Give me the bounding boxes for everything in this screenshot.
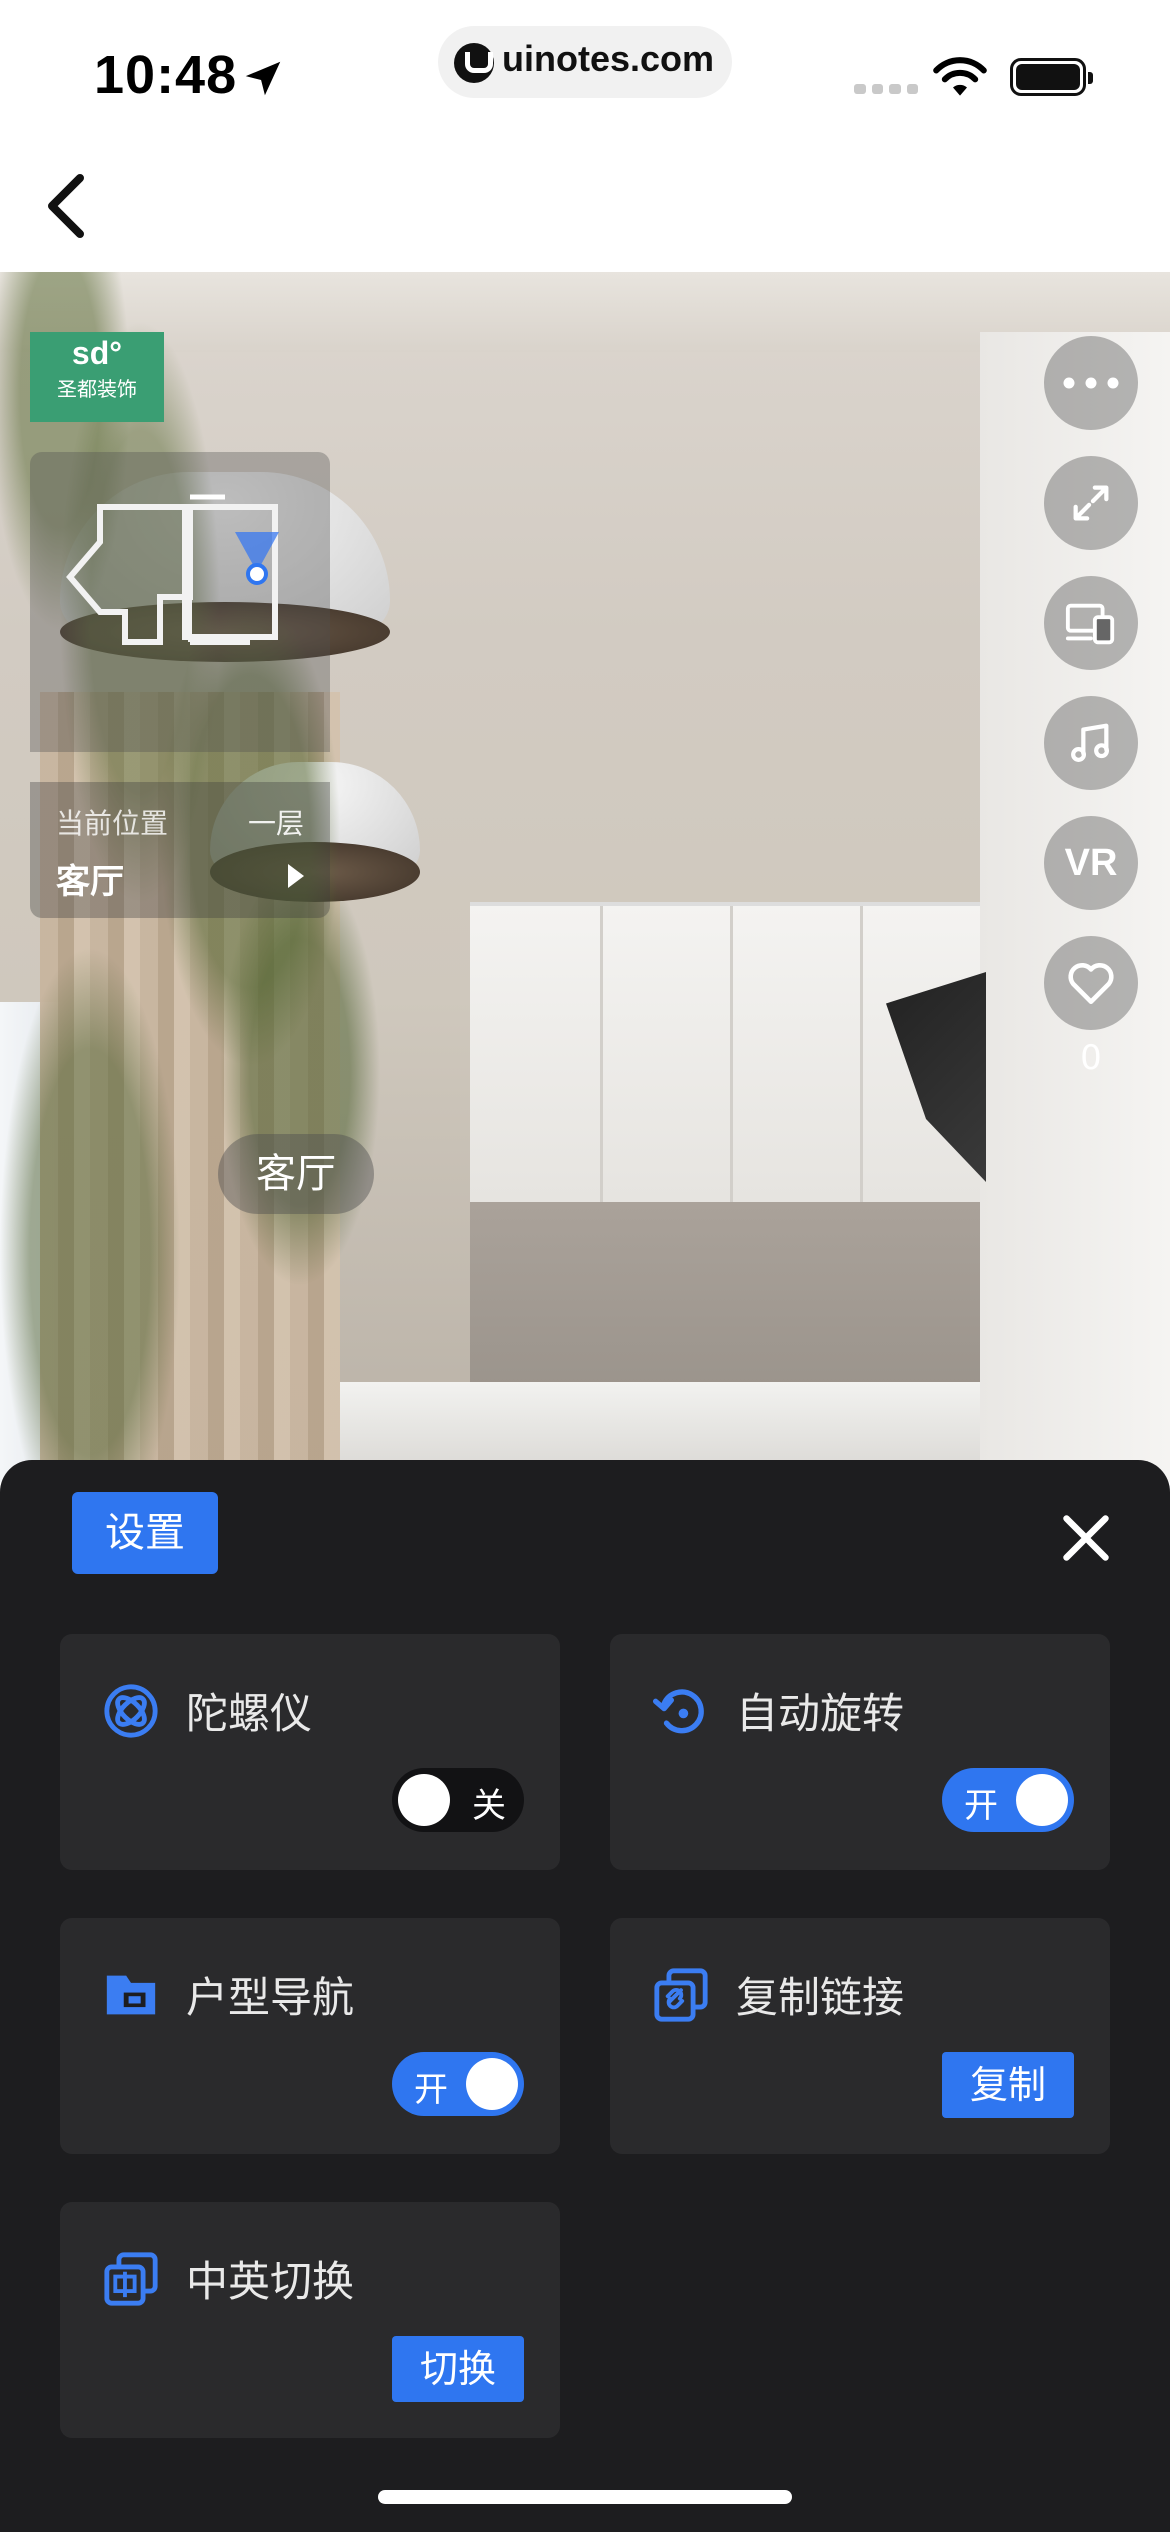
setting-label: 陀螺仪 <box>186 1689 313 1738</box>
settings-title: 设置 <box>72 1492 218 1574</box>
switch-language-button[interactable]: 切换 <box>392 2336 524 2402</box>
gyroscope-icon <box>104 1684 158 1738</box>
floorplan-nav-icon <box>106 1975 156 2015</box>
floorplan-minimap[interactable] <box>30 452 330 752</box>
auto-rotate-icon <box>652 1689 704 1734</box>
battery-icon <box>1010 58 1093 96</box>
current-room-name: 客厅 <box>56 862 124 902</box>
back-chevron-icon[interactable] <box>36 170 92 242</box>
setting-label: 自动旋转 <box>736 1689 905 1738</box>
url-text: uinotes.com <box>502 38 715 79</box>
site-logo-icon <box>454 43 494 83</box>
more-button[interactable] <box>1044 336 1138 430</box>
floor-label: 一层 <box>247 807 304 840</box>
floorplan-nav-toggle[interactable]: 开 <box>392 2052 524 2116</box>
fullscreen-button[interactable] <box>1044 456 1138 550</box>
vr-mode-button[interactable]: VR <box>1044 816 1138 910</box>
devices-icon <box>1065 603 1115 645</box>
setting-card-language-switch: 中英切换 切换 <box>60 2202 560 2438</box>
play-arrow-icon <box>288 864 304 888</box>
cellular-signal-icon <box>854 84 918 94</box>
toggle-knob <box>398 1774 450 1826</box>
toggle-state-text: 关 <box>472 1786 506 1826</box>
setting-label: 户型导航 <box>186 1973 355 2022</box>
more-icon <box>1063 377 1119 389</box>
toggle-state-text: 开 <box>964 1786 998 1826</box>
current-location-card[interactable]: 当前位置 一层 客厅 <box>30 782 330 918</box>
vr-label: VR <box>1064 841 1118 884</box>
status-bar: 10:48 uinotes.com <box>0 0 1170 150</box>
setting-card-copy-link: 复制链接 复制 <box>610 1918 1110 2154</box>
copy-button[interactable]: 复制 <box>942 2052 1074 2118</box>
like-button[interactable] <box>1044 936 1138 1030</box>
current-location-label: 当前位置 <box>56 807 169 840</box>
vr-panorama-viewer[interactable]: sd° 圣都装饰 当前位置 一层 客厅 客厅 VR 0 <box>0 272 1170 1482</box>
scene-backsplash <box>470 1202 980 1402</box>
floorplan-outline-icon <box>66 494 279 645</box>
auto-rotate-toggle[interactable]: 开 <box>942 1768 1074 1832</box>
setting-label: 复制链接 <box>736 1973 905 2022</box>
location-arrow-icon <box>245 61 281 96</box>
settings-sheet: 设置 陀螺仪 关 自动旋转 开 户型导航 开 复制链接 复制 中英切换 切换 <box>0 1460 1170 2532</box>
toggle-state-text: 开 <box>414 2070 448 2110</box>
gyroscope-toggle[interactable]: 关 <box>392 1768 524 1832</box>
setting-card-auto-rotate: 自动旋转 开 <box>610 1634 1110 1870</box>
setting-card-gyroscope: 陀螺仪 关 <box>60 1634 560 1870</box>
language-switch-icon <box>104 2252 158 2306</box>
setting-card-floorplan-nav: 户型导航 开 <box>60 1918 560 2154</box>
fullscreen-icon <box>1073 485 1109 521</box>
music-icon <box>1071 723 1110 762</box>
music-button[interactable] <box>1044 696 1138 790</box>
url-pill[interactable]: uinotes.com <box>438 26 732 98</box>
toggle-knob <box>1016 1774 1068 1826</box>
heart-icon <box>1068 963 1114 1005</box>
like-count: 0 <box>1080 1038 1102 1078</box>
device-switch-button[interactable] <box>1044 576 1138 670</box>
copy-link-icon <box>654 1968 708 2022</box>
setting-label: 中英切换 <box>186 2257 355 2306</box>
home-indicator <box>378 2490 792 2504</box>
brand-name: 圣都装饰 <box>57 377 137 401</box>
brand-logo: sd° <box>71 335 123 371</box>
close-icon[interactable] <box>1060 1512 1112 1564</box>
wifi-icon <box>933 57 987 96</box>
toggle-knob <box>466 2058 518 2110</box>
status-time: 10:48 <box>94 45 238 105</box>
brand-badge: sd° 圣都装饰 <box>30 332 164 422</box>
room-hotspot-label[interactable]: 客厅 <box>218 1134 374 1214</box>
